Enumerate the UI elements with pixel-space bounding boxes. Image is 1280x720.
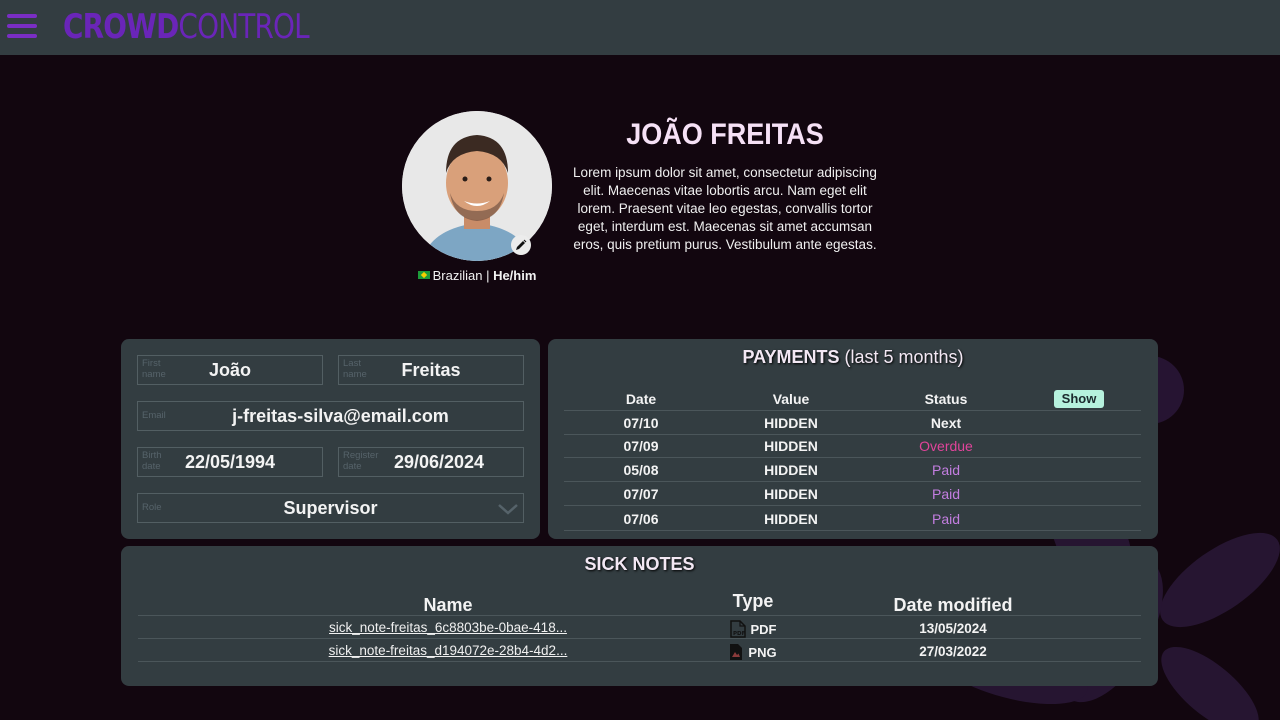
payment-value: HIDDEN: [764, 415, 818, 431]
profile-name: JOÃO FREITAS: [626, 118, 824, 151]
first-name-value: João: [208, 360, 251, 380]
sick-note-type-label: PNG: [748, 645, 777, 660]
png-file-icon: [730, 644, 743, 660]
role-value: Supervisor: [283, 498, 378, 518]
nationality-pronouns: Brazilian | He/him: [402, 268, 552, 283]
app-logo[interactable]: CROWDCONTROL: [63, 7, 310, 47]
hamburger-menu-icon[interactable]: [7, 14, 37, 40]
payment-date: 07/09: [623, 438, 659, 454]
sick-note-type-label: PDF: [750, 622, 777, 637]
personal-info-card: First name João Last name Freitas Email …: [121, 339, 540, 539]
payments-header-row: Date Value Status Show: [564, 387, 1141, 411]
email-value: j-freitas-silva@email.com: [232, 406, 449, 426]
sick-note-date: 13/05/2024: [919, 621, 987, 636]
date-modified-column-header: Date modified: [893, 595, 1013, 615]
sick-note-date: 27/03/2022: [919, 644, 987, 659]
payment-row: 07/10 HIDDEN Next: [564, 411, 1141, 435]
payment-status: Paid: [931, 462, 961, 478]
payments-title-rest: (last 5 months): [839, 347, 964, 367]
date-column-header: Date: [625, 391, 657, 407]
last-name-value: Freitas: [401, 360, 461, 380]
sick-note-file-link[interactable]: sick_note-freitas_d194072e-28b4-4d2...: [318, 643, 578, 658]
birth-date-value: 22/05/1994: [184, 452, 276, 472]
nationality-text: Brazilian: [432, 268, 483, 283]
role-select[interactable]: Role Supervisor: [137, 493, 524, 523]
sick-note-type: PDF PDF: [698, 620, 808, 638]
type-column-header: Type: [732, 591, 774, 611]
value-column-header: Value: [772, 391, 810, 407]
payment-status: Next: [930, 415, 962, 431]
first-name-field[interactable]: First name João: [137, 355, 323, 385]
payments-card: PAYMENTS (last 5 months) Date Value Stat…: [548, 339, 1158, 539]
sick-notes-title: SICK NOTES: [121, 554, 1158, 575]
payments-title: PAYMENTS (last 5 months): [548, 347, 1158, 368]
register-date-value: 29/06/2024: [393, 452, 485, 472]
payments-title-bold: PAYMENTS: [742, 347, 840, 367]
separator: |: [482, 268, 494, 283]
payment-value: HIDDEN: [764, 462, 818, 478]
pdf-file-icon: PDF: [729, 620, 746, 638]
payment-value: HIDDEN: [764, 438, 818, 454]
top-bar: CROWDCONTROL: [0, 0, 1280, 55]
pronouns-text: He/him: [493, 268, 537, 283]
name-column-header: Name: [423, 595, 473, 615]
edit-profile-button[interactable]: [511, 235, 531, 255]
sick-notes-title-text: SICK NOTES: [584, 554, 695, 574]
payment-value: HIDDEN: [764, 486, 818, 502]
payment-row: 07/09 HIDDEN Overdue: [564, 434, 1141, 458]
pencil-icon: [516, 239, 527, 250]
chevron-down-icon[interactable]: [497, 502, 519, 516]
birth-date-field[interactable]: Birth date 22/05/1994: [137, 447, 323, 477]
sick-notes-card: SICK NOTES Name Type Date modified sick_…: [121, 546, 1158, 686]
register-date-field[interactable]: Register date 29/06/2024: [338, 447, 524, 477]
payment-row: 07/06 HIDDEN Paid: [564, 507, 1141, 531]
email-field[interactable]: Email j-freitas-silva@email.com: [137, 401, 524, 431]
sick-note-row: sick_note-freitas_d194072e-28b4-4d2... P…: [138, 639, 1141, 662]
payment-date: 07/10: [623, 415, 659, 431]
payment-status: Overdue: [919, 438, 973, 454]
sick-note-type: PNG: [698, 643, 808, 661]
brazil-flag-icon: [417, 271, 430, 279]
payment-date: 07/07: [623, 486, 659, 502]
sick-note-row: sick_note-freitas_6c8803be-0bae-418... P…: [138, 616, 1141, 639]
last-name-field[interactable]: Last name Freitas: [338, 355, 524, 385]
payment-date: 07/06: [623, 511, 659, 527]
sick-notes-header-row: Name Type Date modified: [138, 590, 1141, 616]
avatar-photo: [402, 111, 552, 261]
profile-bio: Lorem ipsum dolor sit amet, consectetur …: [573, 165, 877, 252]
payment-row: 05/08 HIDDEN Paid: [564, 458, 1141, 482]
status-column-header: Status: [924, 391, 968, 407]
svg-text:PDF: PDF: [733, 631, 746, 637]
sick-note-file-link[interactable]: sick_note-freitas_6c8803be-0bae-418...: [318, 620, 578, 635]
show-values-button[interactable]: Show: [1054, 390, 1104, 408]
payment-date: 05/08: [623, 462, 659, 478]
payment-value: HIDDEN: [764, 511, 818, 527]
payment-row: 07/07 HIDDEN Paid: [564, 482, 1141, 506]
profile-avatar: [402, 111, 552, 261]
payment-status: Paid: [931, 486, 961, 502]
payment-status: Paid: [931, 511, 961, 527]
